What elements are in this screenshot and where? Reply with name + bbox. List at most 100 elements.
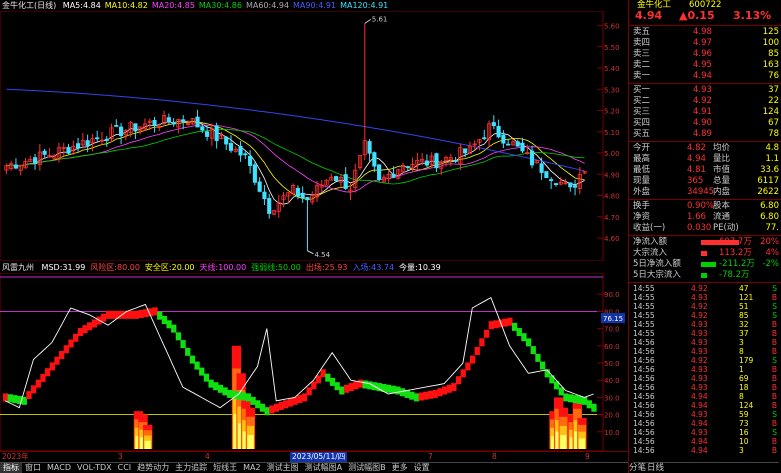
candle-body xyxy=(200,126,205,131)
candle-body xyxy=(248,155,253,166)
price-label: 4.70 xyxy=(604,214,620,222)
indicator-step xyxy=(59,350,65,359)
indicator-step xyxy=(199,367,205,376)
indicator-step xyxy=(227,389,233,398)
stat-row: 换手 0.90% 股本 6.80 xyxy=(633,201,779,212)
indicator-step xyxy=(45,368,51,377)
flow-label: 大宗流入 xyxy=(633,248,668,258)
indicator-step xyxy=(3,393,9,402)
tick-vol: 124 xyxy=(739,401,754,410)
candle-body xyxy=(75,143,81,149)
separator xyxy=(629,25,781,26)
indicator-legend-item: 今量:10.39 xyxy=(399,263,441,272)
indicator-step xyxy=(558,387,564,396)
stat-value: 6117 xyxy=(757,176,779,186)
tab-1[interactable]: 窗口 xyxy=(22,463,44,473)
tick-row: 14:56 4.92 179 S xyxy=(633,356,779,365)
tick-dir: B xyxy=(771,383,777,392)
indicator-step xyxy=(175,332,182,341)
indicator-step xyxy=(157,311,163,320)
tab-13[interactable]: 设置 xyxy=(411,463,433,473)
tab-5[interactable]: 趋势动力 xyxy=(134,463,172,473)
sell-price: 4.97 xyxy=(693,38,712,48)
tick-price: 4.93 xyxy=(691,365,708,374)
buy-level: 买三 4.91 124 xyxy=(633,107,779,118)
indicator-step xyxy=(245,393,252,402)
indicator-step xyxy=(325,373,331,382)
tab-2[interactable]: MACD xyxy=(44,463,74,473)
tab-0[interactable]: 指标 xyxy=(0,463,22,473)
indicator-step xyxy=(460,369,466,378)
stat-label: 外盘 xyxy=(633,187,651,197)
ma-legend-item: MA120:4.91 xyxy=(340,1,388,10)
tab-3[interactable]: VOL-TDX xyxy=(74,463,115,473)
tick-vol: 59 xyxy=(739,410,749,419)
price-percent: 3.13% xyxy=(733,9,772,22)
ma-legend-item: MA10:4.82 xyxy=(105,1,148,10)
indicator-step xyxy=(567,394,574,403)
date-label: 3 xyxy=(118,452,123,461)
indicator-step xyxy=(264,407,270,416)
indicator-step xyxy=(385,384,392,393)
candlestick-chart[interactable]: 5.60 5.50 5.40 5.30 5.20 5.10 5.00 4.90 4.80 4.70… xyxy=(0,11,628,261)
buy-price: 4.93 xyxy=(693,85,712,95)
sell-level: 卖二 4.95 163 xyxy=(633,60,779,71)
candle-body xyxy=(166,117,171,123)
tab-6[interactable]: 主力追踪 xyxy=(172,463,210,473)
tab-10[interactable]: 测试幅图A xyxy=(302,463,345,473)
candle-body xyxy=(553,183,559,186)
indicator-step xyxy=(7,394,13,403)
candle-body xyxy=(343,174,348,189)
separator xyxy=(629,235,781,236)
ma-legend-item: MA60:4.94 xyxy=(246,1,289,10)
indicator-step xyxy=(110,310,116,319)
tab-7[interactable]: 短线王 xyxy=(210,463,240,473)
indicator-step xyxy=(395,386,401,395)
indicator-step xyxy=(250,396,256,405)
ma-value: 4.91 xyxy=(318,1,337,10)
tab-11[interactable]: 测试幅图B xyxy=(345,463,389,473)
tick-time: 14:56 xyxy=(633,392,655,401)
ma-legend-item: MA90:4.91 xyxy=(293,1,336,10)
indicator-step xyxy=(91,319,97,328)
flow-bar xyxy=(701,262,716,267)
indicator-step xyxy=(320,369,326,378)
price-label: 5.10 xyxy=(604,129,620,137)
tab-9[interactable]: 测试主图 xyxy=(264,463,302,473)
panel-tab-daily[interactable]: 日线 xyxy=(647,463,664,473)
sell-level: 卖五 4.98 125 xyxy=(633,27,779,38)
flow-pct: 4% xyxy=(765,248,780,258)
tab-4[interactable]: CCI xyxy=(115,463,135,473)
indicator-chart[interactable]: 10.020.030.040.050.060.070.080.090.076.1… xyxy=(0,273,628,451)
main-chart-header: 金牛化工(日线) MA5:4.84 MA10:4.82 MA20:4.85 MA30:… xyxy=(2,1,622,11)
buy-price: 4.91 xyxy=(693,107,712,117)
panel-tab-ticks[interactable]: 分笔 xyxy=(629,463,646,473)
stat-label: 最高 xyxy=(633,154,651,164)
candle-body xyxy=(300,192,305,199)
indicator-label: 出场: xyxy=(305,263,325,272)
indicator-value: 43.74 xyxy=(371,263,395,272)
tab-12[interactable]: 更多 xyxy=(389,463,411,473)
indicator-step xyxy=(138,309,144,318)
tab-8[interactable]: MA2 xyxy=(240,463,263,473)
buy-level: 买五 4.89 78 xyxy=(633,129,779,140)
candle-body xyxy=(252,164,257,183)
indicator-step xyxy=(483,329,490,338)
indicator-step xyxy=(143,309,149,318)
tick-price: 4.93 xyxy=(691,293,708,302)
candle-body xyxy=(243,153,248,156)
indicator-step xyxy=(353,381,359,390)
tick-dir: B xyxy=(771,338,777,347)
tick-vol: 1 xyxy=(739,365,744,374)
sell-label: 卖五 xyxy=(633,27,651,37)
sell-level: 卖三 4.96 85 xyxy=(633,49,779,60)
candle-body xyxy=(305,197,310,201)
tick-row: 14:55 4.92 85 S xyxy=(633,311,779,320)
buy-level: 买二 4.92 22 xyxy=(633,96,779,107)
date-label: 8 xyxy=(492,452,497,461)
candle-body xyxy=(42,150,47,155)
indicator-step xyxy=(399,388,406,397)
high-marker: 5.61 xyxy=(372,15,388,23)
indicator-step xyxy=(73,333,79,342)
indicator-step xyxy=(101,313,107,322)
